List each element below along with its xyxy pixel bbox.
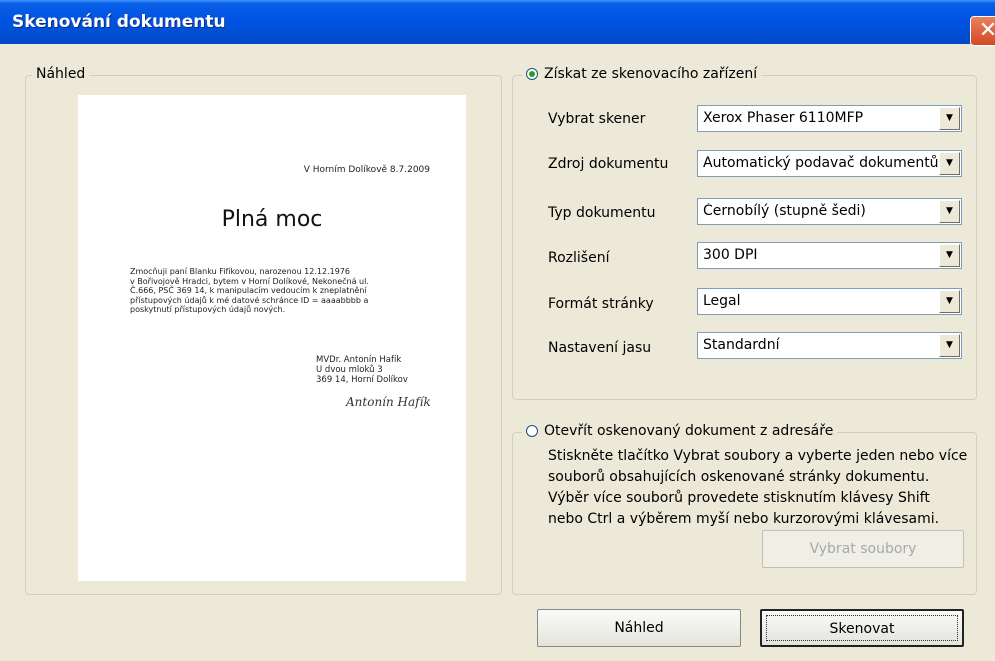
source-select[interactable]: Automatický podavač dokumentů ▼ — [697, 150, 962, 177]
page-format-select-value: Legal — [703, 293, 741, 309]
document-signature-block: MVDr. Antonín Hafík U dvou mloků 3 369 1… — [316, 355, 408, 385]
window-title: Skenování dokumentu — [12, 12, 226, 32]
dropdown-arrow-icon[interactable]: ▼ — [939, 152, 960, 175]
resolution-select[interactable]: 300 DPI ▼ — [697, 242, 962, 269]
select-files-button[interactable]: Vybrat soubory — [762, 530, 964, 568]
scanner-radio[interactable] — [526, 68, 538, 80]
field-label-brightness: Nastavení jasu — [548, 340, 652, 356]
field-label-resolution: Rozlišení — [548, 250, 610, 266]
scan-button-label: Skenovat — [829, 621, 895, 637]
scanner-select-value: Xerox Phaser 6110MFP — [703, 110, 864, 126]
document-body-line: v Bořivojově Hradci, bytem v Horní Dolík… — [130, 276, 369, 286]
field-label-page-format: Formát stránky — [548, 296, 654, 312]
scan-button[interactable]: Skenovat — [760, 609, 964, 647]
preview-legend: Náhled — [32, 66, 90, 82]
dropdown-arrow-icon[interactable]: ▼ — [939, 200, 960, 223]
folder-description: Stiskněte tlačítko Vybrat soubory a vybe… — [548, 448, 968, 527]
page-format-select[interactable]: Legal ▼ — [697, 288, 962, 315]
dropdown-arrow-icon[interactable]: ▼ — [939, 107, 960, 130]
scanner-select[interactable]: Xerox Phaser 6110MFP ▼ — [697, 105, 962, 132]
document-body-line: poskytnutí přístupových údajů nových. — [130, 305, 286, 314]
folder-radio-option[interactable]: Otevřít oskenovaný dokument z adresáře — [522, 423, 838, 439]
document-body: Zmocňuji paní Blanku Fifíkovou, narozeno… — [130, 267, 420, 315]
resolution-select-value: 300 DPI — [703, 247, 758, 263]
dropdown-arrow-icon[interactable]: ▼ — [939, 290, 960, 313]
document-body-line: přístupových údajů k mé datové schránce … — [130, 295, 369, 305]
brightness-select[interactable]: Standardní ▼ — [697, 332, 962, 359]
brightness-select-value: Standardní — [703, 337, 780, 353]
scan-dialog: Skenování dokumentu ✕ Náhled V Horním Do… — [0, 0, 995, 661]
scanner-radio-option[interactable]: Získat ze skenovacího zařízení — [522, 66, 762, 82]
document-date: V Horním Dolíkově 8.7.2009 — [303, 165, 430, 175]
document-body-line: Zmocňuji paní Blanku Fifíkovou, narozeno… — [130, 267, 350, 276]
signature-line: MVDr. Antonín Hafík — [316, 355, 402, 365]
scanner-radio-label: Získat ze skenovacího zařízení — [544, 66, 758, 82]
close-button[interactable]: ✕ — [970, 16, 995, 46]
source-select-value: Automatický podavač dokumentů — [703, 155, 939, 171]
signature-line: U dvou mloků 3 — [316, 365, 383, 375]
field-label-source: Zdroj dokumentu — [548, 156, 669, 172]
field-label-scanner: Vybrat skener — [548, 111, 646, 127]
signature-line: 369 14, Horní Dolíkov — [316, 375, 408, 385]
handwritten-signature: Antonín Hafík — [346, 395, 431, 409]
title-bar[interactable]: Skenování dokumentu ✕ — [0, 0, 995, 46]
document-preview: V Horním Dolíkově 8.7.2009 Plná moc Zmoc… — [78, 95, 466, 581]
document-body-line: Č.666, PSČ 369 14, k manipulacím vedoucí… — [130, 286, 367, 295]
field-label-doc-type: Typ dokumentu — [548, 205, 656, 221]
folder-radio[interactable] — [526, 425, 538, 437]
document-title: Plná moc — [221, 207, 323, 232]
doc-type-select-value: Černobílý (stupně šedi) — [703, 203, 866, 219]
dropdown-arrow-icon[interactable]: ▼ — [939, 244, 960, 267]
folder-radio-label: Otevřít oskenovaný dokument z adresáře — [544, 423, 834, 439]
dropdown-arrow-icon[interactable]: ▼ — [939, 334, 960, 357]
preview-button[interactable]: Náhled — [537, 609, 741, 647]
doc-type-select[interactable]: Černobílý (stupně šedi) ▼ — [697, 198, 962, 225]
